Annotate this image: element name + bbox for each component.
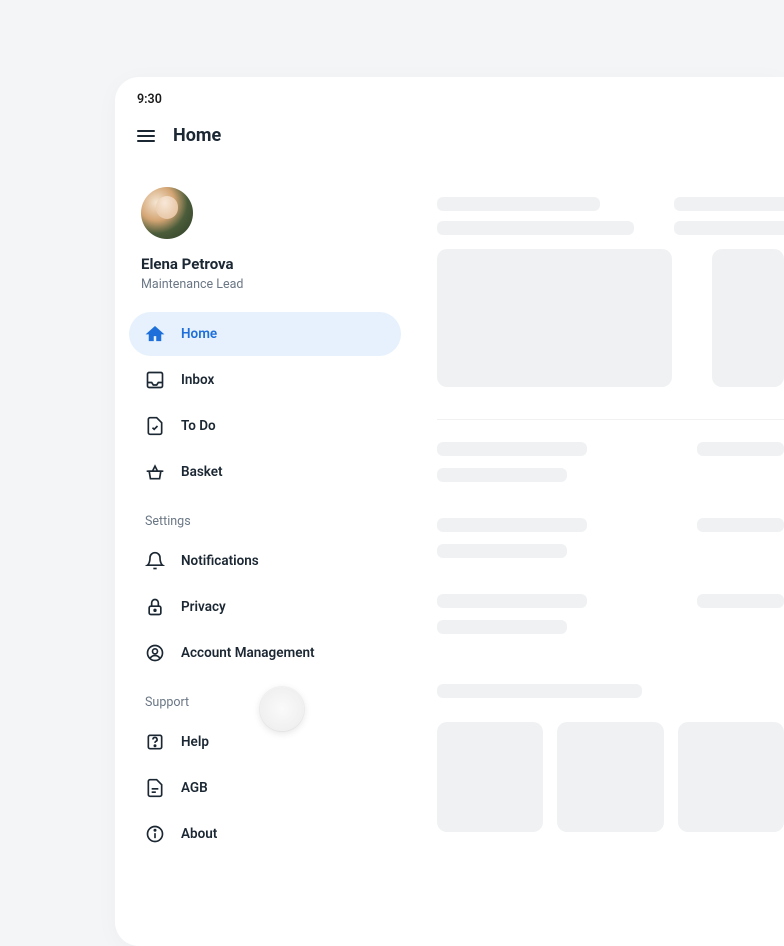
nav-label: Privacy (181, 599, 226, 615)
skeleton-line (437, 544, 567, 558)
profile-block[interactable]: Elena Petrova Maintenance Lead (129, 177, 401, 312)
app-window: 9:30 Home Elena Petrova Maintenance Lead… (115, 77, 784, 946)
nav-item-account[interactable]: Account Management (129, 631, 401, 675)
section-header-support: Support (129, 677, 401, 720)
nav-label: Help (181, 734, 209, 750)
divider (437, 419, 784, 420)
skeleton-tile (678, 722, 784, 832)
nav-support: Help AGB About (129, 720, 401, 856)
nav-item-about[interactable]: About (129, 812, 401, 856)
skeleton-line (697, 442, 784, 456)
nav-item-basket[interactable]: Basket (129, 450, 401, 494)
skeleton-line (697, 518, 784, 532)
skeleton-list-section (437, 442, 784, 634)
nav-item-inbox[interactable]: Inbox (129, 358, 401, 402)
skeleton-line (437, 620, 567, 634)
nav-label: Inbox (181, 372, 214, 388)
nav-label: AGB (181, 780, 208, 796)
nav-label: About (181, 826, 217, 842)
nav-item-help[interactable]: Help (129, 720, 401, 764)
nav-settings: Notifications Privacy Account Management (129, 539, 401, 675)
skeleton-line (697, 594, 784, 608)
basket-icon (145, 462, 165, 482)
nav-label: Account Management (181, 645, 315, 661)
nav-main: Home Inbox To Do Basket (129, 312, 401, 494)
nav-item-todo[interactable]: To Do (129, 404, 401, 448)
nav-label: Basket (181, 464, 223, 480)
profile-role: Maintenance Lead (141, 277, 389, 292)
skeleton-line (674, 221, 784, 235)
skeleton-line (437, 197, 600, 211)
bell-icon (145, 551, 165, 571)
skeleton-card (712, 249, 784, 387)
skeleton-cards-section (437, 197, 784, 387)
skeleton-line (437, 518, 587, 532)
nav-item-privacy[interactable]: Privacy (129, 585, 401, 629)
status-bar-time: 9:30 (115, 77, 784, 107)
skeleton-card (437, 249, 672, 387)
sidebar: Elena Petrova Maintenance Lead Home Inbo… (115, 177, 415, 858)
todo-icon (145, 416, 165, 436)
skeleton-line (674, 197, 784, 211)
help-icon (145, 732, 165, 752)
skeleton-grid-section (437, 684, 784, 832)
lock-icon (145, 597, 165, 617)
app-header: Home (115, 107, 784, 146)
profile-name: Elena Petrova (141, 255, 389, 273)
nav-item-agb[interactable]: AGB (129, 766, 401, 810)
inbox-icon (145, 370, 165, 390)
skeleton-tile (557, 722, 663, 832)
skeleton-tile (437, 722, 543, 832)
document-icon (145, 778, 165, 798)
section-header-settings: Settings (129, 496, 401, 539)
skeleton-line (437, 594, 587, 608)
skeleton-line (437, 221, 634, 235)
avatar (141, 187, 193, 239)
nav-item-notifications[interactable]: Notifications (129, 539, 401, 583)
nav-label: Home (181, 326, 217, 342)
hamburger-menu-icon[interactable] (137, 130, 155, 142)
home-icon (145, 324, 165, 344)
skeleton-line (437, 442, 587, 456)
account-icon (145, 643, 165, 663)
nav-label: To Do (181, 418, 216, 434)
page-title: Home (173, 125, 221, 146)
nav-label: Notifications (181, 553, 259, 569)
content-area (437, 197, 784, 946)
nav-item-home[interactable]: Home (129, 312, 401, 356)
info-icon (145, 824, 165, 844)
skeleton-line (437, 468, 567, 482)
skeleton-line (437, 684, 642, 698)
